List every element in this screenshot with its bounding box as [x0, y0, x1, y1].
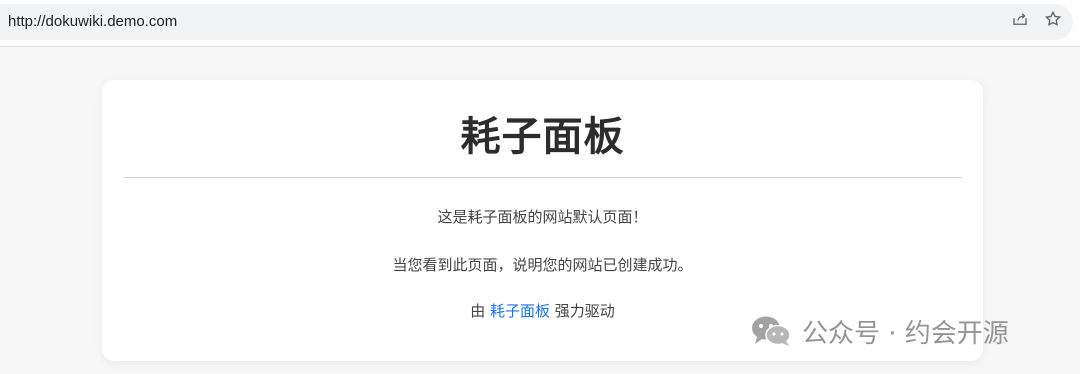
watermark: 公众号 · 约会开源: [750, 313, 1009, 349]
welcome-message: 这是耗子面板的网站默认页面！: [437, 208, 648, 226]
page-title: 耗子面板: [460, 114, 625, 160]
divider: [124, 177, 962, 178]
success-message: 当您看到此页面，说明您的网站已创建成功。: [392, 256, 693, 274]
watermark-text: 公众号 · 约会开源: [802, 318, 1009, 349]
share-icon[interactable]: [1011, 10, 1029, 28]
browser-toolbar: http://dokuwiki.demo.com: [0, 0, 1080, 47]
star-icon[interactable]: [1044, 10, 1062, 28]
powered-by-prefix: 由: [470, 302, 486, 320]
brand-link[interactable]: 耗子面板: [490, 302, 550, 320]
url-text[interactable]: http://dokuwiki.demo.com: [8, 13, 177, 30]
wechat-icon: [752, 316, 791, 346]
powered-by-suffix: 强力驱动: [554, 302, 615, 320]
address-bar[interactable]: http://dokuwiki.demo.com: [0, 4, 1073, 40]
